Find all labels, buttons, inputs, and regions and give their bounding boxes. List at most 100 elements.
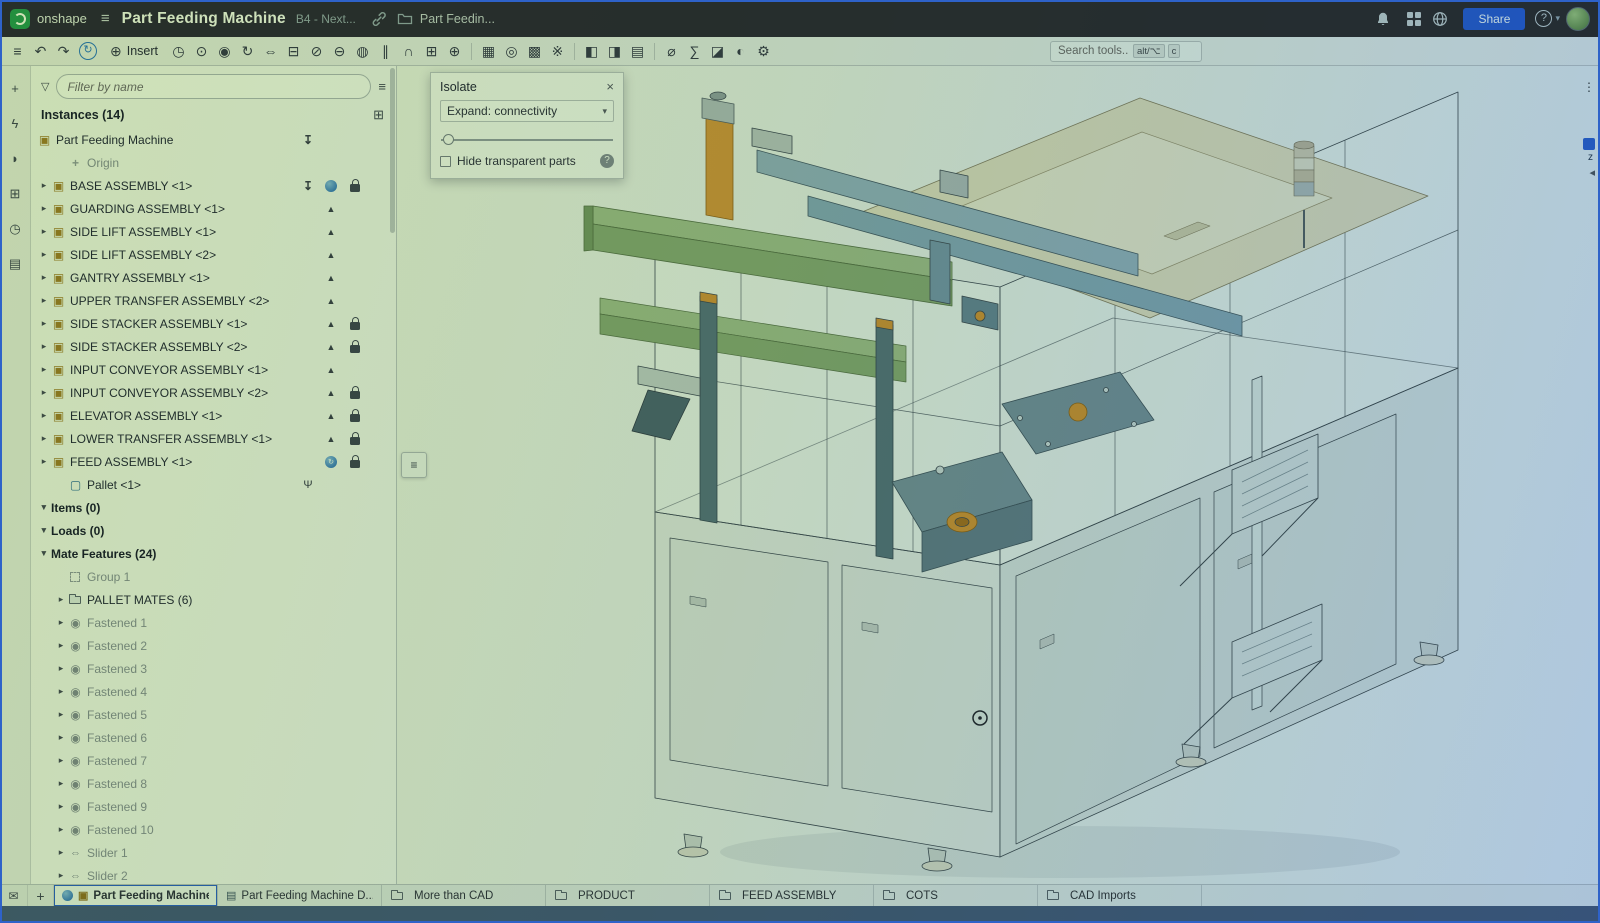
undo-icon[interactable]: ↶ <box>29 40 52 62</box>
collapse-right-panel-icon[interactable]: ◂ <box>1589 166 1595 179</box>
expand-chevron[interactable]: ▸ <box>37 364 51 375</box>
notes-panel-icon[interactable]: ▤ <box>4 253 26 275</box>
tree-row[interactable]: ▸▣SIDE LIFT ASSEMBLY <1>▲ <box>31 220 396 243</box>
tree-row[interactable]: ▸▣SIDE STACKER ASSEMBLY <2>▲ <box>31 335 396 358</box>
state-triangle-icon[interactable]: ▲ <box>327 227 336 237</box>
tree-row[interactable]: ▸◉Fastened 4 <box>31 680 396 703</box>
history-panel-icon[interactable]: ◷ <box>4 218 26 240</box>
expand-chevron[interactable]: ▸ <box>54 617 68 628</box>
mate-connector-icon[interactable]: Ψ <box>303 479 312 491</box>
expand-chevron[interactable]: ▸ <box>37 203 51 214</box>
replicate-icon[interactable]: ▩ <box>523 40 546 62</box>
tree-row[interactable]: ▸▣ELEVATOR ASSEMBLY <1>▲ <box>31 404 396 427</box>
expand-chevron[interactable]: ▸ <box>54 594 68 605</box>
viewport-3d[interactable]: ≡ ⋮ z ◂ <box>397 66 1600 884</box>
state-triangle-icon[interactable]: ▲ <box>327 365 336 375</box>
expand-chevron[interactable]: ▸ <box>54 709 68 720</box>
tree-row[interactable]: ▸▢Pallet <1>Ψ <box>31 473 396 496</box>
expand-chevron[interactable]: ▸ <box>39 524 50 538</box>
z-axis-badge[interactable] <box>1583 138 1595 150</box>
document-tab[interactable]: COTS <box>874 885 1038 906</box>
tree-row[interactable]: ▸▣SIDE STACKER ASSEMBLY <1>▲ <box>31 312 396 335</box>
expand-chevron[interactable]: ▸ <box>37 295 51 306</box>
insert-button[interactable]: ⊕ Insert <box>101 40 167 62</box>
fastened-mate-icon[interactable]: ◉ <box>213 40 236 62</box>
expand-chevron[interactable]: ▸ <box>37 456 51 467</box>
tree-row[interactable]: ▣Part Feeding Machine↧ <box>31 128 396 151</box>
toggle-instances-panel-icon[interactable]: ≡ <box>6 40 29 62</box>
expand-chevron[interactable]: ▸ <box>37 410 51 421</box>
state-triangle-icon[interactable]: ▲ <box>327 319 336 329</box>
comments-icon[interactable]: ◗ <box>4 148 26 170</box>
onshape-logo-icon[interactable] <box>10 9 30 29</box>
planar-mate-icon[interactable]: ⊟ <box>282 40 305 62</box>
fixed-anchor-icon[interactable]: ↧ <box>303 180 313 192</box>
section-view-icon[interactable]: ◪ <box>706 40 729 62</box>
share-link-icon[interactable] <box>371 11 387 27</box>
expand-chevron[interactable]: ▸ <box>37 272 51 283</box>
tree-row[interactable]: ▸▣SIDE LIFT ASSEMBLY <2>▲ <box>31 243 396 266</box>
document-tab[interactable]: FEED ASSEMBLY <box>710 885 874 906</box>
tree-row[interactable]: ▸◉Fastened 2 <box>31 634 396 657</box>
main-menu-icon[interactable]: ≡ <box>101 10 110 27</box>
pin-slot-mate-icon[interactable]: ⊖ <box>328 40 351 62</box>
group-icon[interactable]: ⊞ <box>420 40 443 62</box>
tree-row[interactable]: ▸▣GANTRY ASSEMBLY <1>▲ <box>31 266 396 289</box>
notifications-button[interactable]: 1 <box>1375 0 1391 45</box>
tree-row[interactable]: ▸⇔Slider 2 <box>31 864 396 884</box>
filter-funnel-icon[interactable]: ▽ <box>41 80 49 93</box>
structure-flyout-button[interactable]: ≡ <box>401 452 427 478</box>
slider-track[interactable] <box>441 139 613 141</box>
measure-icon[interactable]: ⌀ <box>660 40 683 62</box>
tree-row[interactable]: ▸◉Fastened 10 <box>31 818 396 841</box>
tangent-mate-icon[interactable]: ∩ <box>397 40 420 62</box>
mass-properties-icon[interactable]: ∑ <box>683 40 706 62</box>
ball-mate-icon[interactable]: ◍ <box>351 40 374 62</box>
globe-icon[interactable] <box>1432 11 1448 27</box>
expand-chevron[interactable]: ▸ <box>37 226 51 237</box>
document-tab[interactable]: More than CAD <box>382 885 546 906</box>
help-circle-icon[interactable]: ? <box>600 154 614 168</box>
document-tab[interactable]: PRODUCT <box>546 885 710 906</box>
tree-row[interactable]: ▸Items (0) <box>31 496 396 519</box>
expand-chevron[interactable]: ▸ <box>54 732 68 743</box>
feedback-icon[interactable]: ✉ <box>0 885 28 906</box>
tree-row[interactable]: ▸◉Fastened 6 <box>31 726 396 749</box>
explode-icon[interactable]: ※ <box>546 40 569 62</box>
add-tab-button[interactable]: + <box>28 885 54 906</box>
version-label[interactable]: B4 - Next... <box>296 12 356 26</box>
fixed-anchor-icon[interactable]: ↧ <box>303 134 313 146</box>
lock-icon[interactable] <box>350 391 360 399</box>
tree-row[interactable]: ▸▣FEED ASSEMBLY <1>↻ <box>31 450 396 473</box>
tree-row[interactable]: ▸▣LOWER TRANSFER ASSEMBLY <1>▲ <box>31 427 396 450</box>
expand-chevron[interactable]: ▸ <box>54 870 68 881</box>
document-tab[interactable]: CAD Imports <box>1038 885 1202 906</box>
expand-chevron[interactable]: ▸ <box>37 387 51 398</box>
document-tab[interactable]: ▣Part Feeding Machine <box>54 885 218 906</box>
open-insert-dialog-icon[interactable]: ⊞ <box>373 107 384 123</box>
display-states-icon[interactable]: ◧ <box>580 40 603 62</box>
tree-row[interactable]: ▸▣UPPER TRANSFER ASSEMBLY <2>▲ <box>31 289 396 312</box>
documents-panel-icon[interactable]: ⊞ <box>4 183 26 205</box>
folder-breadcrumb[interactable]: Part Feedin... <box>420 12 495 26</box>
in-context-sphere-icon[interactable] <box>325 180 337 192</box>
tree-row[interactable]: ▸▣INPUT CONVEYOR ASSEMBLY <1>▲ <box>31 358 396 381</box>
create-version-icon[interactable]: + <box>4 78 26 100</box>
hide-transparent-parts-checkbox[interactable] <box>440 156 451 167</box>
lock-icon[interactable] <box>350 345 360 353</box>
tree-row[interactable]: ▸⇔Slider 1 <box>31 841 396 864</box>
orbit-mode-icon[interactable]: ↻ <box>79 42 97 60</box>
mate-connector-icon[interactable]: ⊕ <box>443 40 466 62</box>
document-tab[interactable]: ▤Part Feeding Machine D... <box>218 885 382 906</box>
apps-grid-icon[interactable] <box>1406 11 1422 27</box>
help-button[interactable]: ? <box>1535 10 1552 27</box>
expand-chevron[interactable]: ▸ <box>54 778 68 789</box>
expand-chevron[interactable]: ▸ <box>37 318 51 329</box>
slider-mate-icon[interactable]: ⇔ <box>259 40 282 62</box>
list-view-icon[interactable]: ≡ <box>378 79 386 94</box>
in-context-update-icon[interactable]: ↻ <box>325 456 337 468</box>
filter-by-name-input[interactable] <box>56 74 371 99</box>
tree-scrollbar[interactable] <box>389 66 395 884</box>
state-triangle-icon[interactable]: ▲ <box>327 434 336 444</box>
expand-chevron[interactable]: ▸ <box>37 433 51 444</box>
